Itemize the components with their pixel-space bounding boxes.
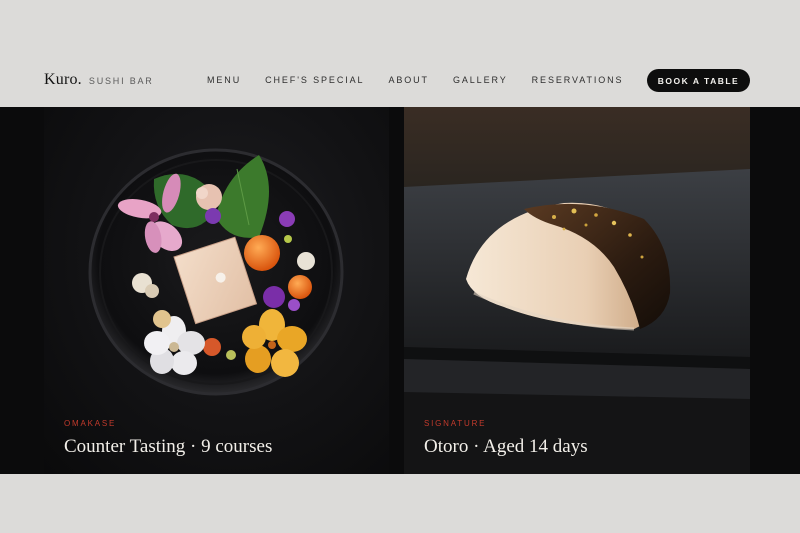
brand-logo[interactable]: Kuro. — [44, 71, 82, 89]
brand[interactable]: Kuro. SUSHI BAR — [44, 71, 154, 89]
card-signature-caption: SIGNATURE Otoro · Aged 14 days — [424, 419, 588, 458]
card-title[interactable]: Otoro · Aged 14 days — [424, 436, 588, 458]
main-nav: MENU CHEF'S SPECIAL ABOUT GALLERY RESERV… — [207, 75, 623, 85]
nav-item-about[interactable]: ABOUT — [388, 75, 429, 85]
footer-band — [0, 474, 800, 533]
card-title[interactable]: Counter Tasting · 9 courses — [64, 436, 272, 458]
hero-gallery: OMAKASE Counter Tasting · 9 courses SIGN… — [0, 107, 800, 474]
card-signature[interactable]: SIGNATURE Otoro · Aged 14 days — [404, 107, 750, 474]
nav-item-menu[interactable]: MENU — [207, 75, 241, 85]
book-table-button[interactable]: BOOK A TABLE — [647, 69, 750, 92]
nav-item-chefs-special[interactable]: CHEF'S SPECIAL — [265, 75, 364, 85]
brand-subtitle: SUSHI BAR — [88, 76, 154, 86]
card-omakase-caption: OMAKASE Counter Tasting · 9 courses — [64, 419, 272, 458]
nav-item-reservations[interactable]: RESERVATIONS — [532, 75, 624, 85]
card-omakase[interactable]: OMAKASE Counter Tasting · 9 courses — [44, 107, 389, 474]
site-header: Kuro. SUSHI BAR MENU CHEF'S SPECIAL ABOU… — [0, 0, 800, 107]
card-eyebrow: OMAKASE — [64, 419, 117, 428]
nav-item-gallery[interactable]: GALLERY — [453, 75, 508, 85]
card-eyebrow: SIGNATURE — [424, 419, 487, 428]
